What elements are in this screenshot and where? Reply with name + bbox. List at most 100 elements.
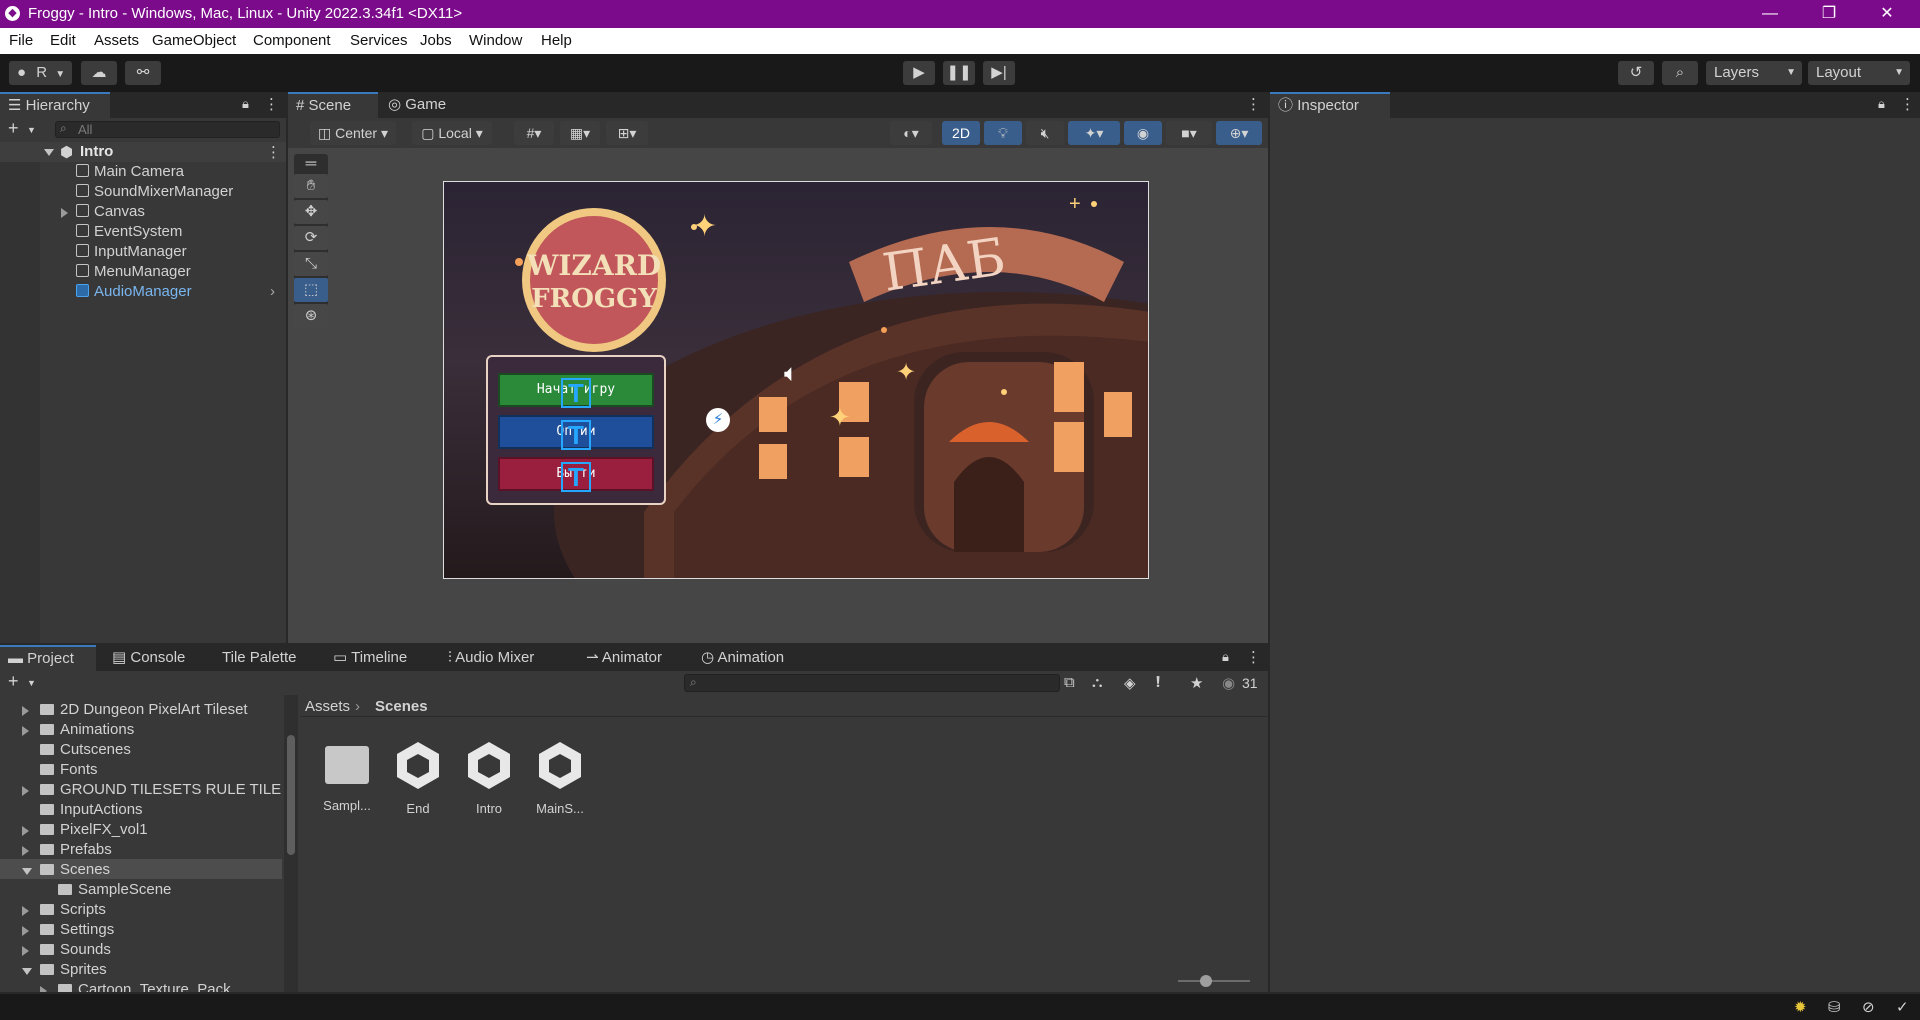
network-off-icon[interactable]: ⊘: [1862, 998, 1875, 1016]
audio-icon[interactable]: 🔇︎: [1026, 121, 1064, 145]
scrollbar-thumb[interactable]: [287, 735, 295, 855]
asset-scene[interactable]: MainS...: [527, 740, 593, 816]
step-button[interactable]: ▶|: [983, 61, 1015, 85]
hierarchy-search-input[interactable]: ⌕ All: [55, 121, 280, 138]
layout-dropdown[interactable]: Layout ▼: [1808, 61, 1910, 85]
kebab-menu-icon[interactable]: ⋮: [1900, 95, 1915, 113]
lock-icon[interactable]: 🔒︎: [242, 96, 249, 112]
asset-scene[interactable]: Intro: [456, 740, 522, 816]
minimize-button[interactable]: —: [1747, 0, 1793, 28]
chevron-down-icon[interactable]: ▼: [27, 125, 36, 135]
rotate-tool-icon[interactable]: ⟳: [294, 226, 328, 250]
lock-icon[interactable]: 🔒︎: [1878, 96, 1885, 112]
lighting-icon[interactable]: 💡︎: [984, 121, 1022, 145]
drag-handle-icon[interactable]: ═: [294, 156, 328, 171]
move-tool-icon[interactable]: ✥: [294, 200, 328, 224]
project-search-input[interactable]: ⌕: [684, 674, 1060, 692]
kebab-menu-icon[interactable]: ⋮: [264, 95, 279, 113]
close-button[interactable]: ✕: [1864, 0, 1910, 28]
tab-audio-mixer[interactable]: ⫶ Audio Mixer: [440, 645, 542, 671]
kebab-menu-icon[interactable]: ⋮: [266, 143, 281, 161]
maximize-button[interactable]: ❐: [1806, 0, 1852, 28]
folder-item[interactable]: Sprites: [22, 961, 107, 978]
shading-mode-icon[interactable]: ◐▾: [890, 121, 932, 145]
tab-project[interactable]: ▬ Project: [0, 645, 96, 671]
folder-item[interactable]: Fonts: [22, 761, 98, 778]
search-by-label-icon[interactable]: ⛬: [1092, 674, 1103, 691]
icon-size-slider[interactable]: [1178, 975, 1250, 987]
add-icon[interactable]: +: [8, 671, 19, 692]
menu-help[interactable]: Help: [541, 32, 572, 49]
grid-visibility-icon[interactable]: ▦▾: [560, 121, 600, 145]
star-icon[interactable]: ★: [1190, 674, 1203, 692]
tree-scrollbar[interactable]: [284, 695, 298, 992]
folder-item[interactable]: Prefabs: [22, 841, 112, 858]
slider-thumb[interactable]: [1200, 975, 1212, 987]
expand-arrow-icon[interactable]: [61, 208, 68, 218]
tab-hierarchy[interactable]: ☰ Hierarchy: [0, 92, 110, 118]
hierarchy-item[interactable]: EventSystem: [76, 223, 182, 240]
tab-inspector[interactable]: ⓘ Inspector: [1270, 92, 1390, 118]
tab-animator[interactable]: ⇀ Animator: [578, 645, 670, 671]
hierarchy-item[interactable]: MenuManager: [76, 263, 191, 280]
folder-item[interactable]: Scripts: [22, 901, 106, 918]
menu-services[interactable]: Services: [350, 32, 408, 49]
effects-icon[interactable]: ✦▾: [1068, 121, 1120, 145]
tab-animation[interactable]: ◷ Animation: [693, 645, 792, 671]
hierarchy-item[interactable]: Main Camera: [76, 163, 184, 180]
breadcrumb-assets[interactable]: Assets: [305, 698, 350, 715]
folder-item[interactable]: GROUND TILESETS RULE TILES: [22, 781, 282, 798]
scale-tool-icon[interactable]: ⤡: [294, 252, 328, 276]
pivot-dropdown[interactable]: ◫ Center ▾: [310, 121, 396, 145]
space-dropdown[interactable]: ▢ Local ▾: [412, 121, 492, 145]
search-by-type-icon[interactable]: ⧉: [1064, 674, 1075, 691]
tab-game[interactable]: ◎ Game: [380, 92, 460, 118]
folder-item[interactable]: Cartoon_Texture_Pack: [40, 981, 231, 992]
menu-component[interactable]: Component: [253, 32, 331, 49]
eye-hidden-icon[interactable]: ◉: [1222, 674, 1235, 692]
increment-snap-icon[interactable]: ⊞▾: [606, 121, 648, 145]
menu-edit[interactable]: Edit: [50, 32, 76, 49]
game-canvas[interactable]: ПАБ WIZARD FROGGY ✦ ✦ ✦ + Начат игру Оп …: [443, 181, 1149, 579]
folder-item[interactable]: Cutscenes: [22, 741, 131, 758]
progress-check-icon[interactable]: ✓: [1896, 998, 1909, 1016]
search-icon[interactable]: ⌕: [1662, 61, 1698, 85]
tab-scene[interactable]: # Scene: [288, 92, 378, 118]
hierarchy-item[interactable]: SoundMixerManager: [76, 183, 233, 200]
hidden-objects-icon[interactable]: ◉: [1124, 121, 1162, 145]
cloud-icon[interactable]: ☁: [81, 61, 117, 85]
folder-item[interactable]: 2D Dungeon PixelArt Tileset: [22, 701, 248, 718]
gizmos-icon[interactable]: ⊕▾: [1216, 121, 1262, 145]
cache-server-icon[interactable]: ⛁: [1828, 998, 1841, 1016]
folder-item[interactable]: InputActions: [22, 801, 143, 818]
menu-assets[interactable]: Assets: [94, 32, 139, 49]
account-dropdown[interactable]: ● R ▼: [9, 61, 72, 85]
scene-row-intro[interactable]: ⬢ Intro ⋮: [0, 142, 286, 162]
menu-jobs[interactable]: Jobs: [420, 32, 452, 49]
collab-icon[interactable]: ⚯: [125, 61, 161, 85]
folder-item[interactable]: PixelFX_vol1: [22, 821, 148, 838]
kebab-menu-icon[interactable]: ⋮: [1246, 95, 1261, 113]
asset-scene[interactable]: End: [385, 740, 451, 816]
rect-tool-icon[interactable]: ⬚: [294, 278, 328, 302]
camera-icon[interactable]: ■▾: [1166, 121, 1212, 145]
chevron-right-icon[interactable]: ›: [270, 283, 275, 300]
play-button[interactable]: ▶: [903, 61, 935, 85]
folder-item[interactable]: Settings: [22, 921, 114, 938]
tag-icon[interactable]: ◈: [1124, 674, 1136, 692]
folder-item[interactable]: Scenes: [22, 861, 110, 878]
expand-arrow-icon[interactable]: [44, 149, 54, 156]
tab-console[interactable]: ▤ Console: [104, 645, 193, 671]
mode-2d-toggle[interactable]: 2D: [942, 121, 980, 145]
kebab-menu-icon[interactable]: ⋮: [1246, 648, 1261, 666]
grid-snap-icon[interactable]: #▾: [514, 121, 554, 145]
layers-dropdown[interactable]: Layers ▼: [1706, 61, 1802, 85]
add-icon[interactable]: +: [8, 118, 19, 139]
breadcrumb-scenes[interactable]: Scenes: [375, 698, 428, 715]
folder-item[interactable]: Sounds: [22, 941, 111, 958]
pause-button[interactable]: ❚❚: [943, 61, 975, 85]
menu-gameobject[interactable]: GameObject: [152, 32, 236, 49]
warning-icon[interactable]: ❗︎: [1156, 674, 1160, 691]
hierarchy-item[interactable]: InputManager: [76, 243, 187, 260]
bug-icon[interactable]: ✹: [1794, 998, 1807, 1016]
